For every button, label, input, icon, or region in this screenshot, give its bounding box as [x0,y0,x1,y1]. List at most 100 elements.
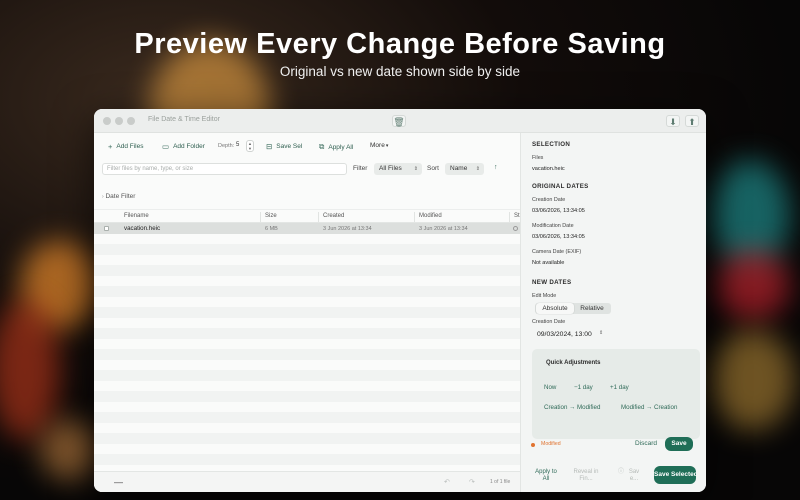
row-modified: 3 Jun 2026 at 13:34 [419,225,468,232]
app-window: File Date & Time Editor 🗑 ⬇ ⬆ + Add File… [94,109,706,492]
apply-icon: ⧉ [319,142,325,151]
quick-adjustments-title: Quick Adjustments [546,360,601,366]
filter-select[interactable]: All Files ⇕ [374,163,422,175]
save-dim-button[interactable]: Sav e... [627,469,641,483]
updown-chevron-icon: ⇕ [413,166,418,172]
bokeh-light [40,420,100,480]
bokeh-light [710,330,795,430]
empty-row [94,234,520,245]
reveal-in-finder-button[interactable]: Reveal in Fin... [569,469,603,483]
date-filter-label: Date Filter [105,193,136,200]
close-window-button[interactable] [103,117,111,125]
remove-file-button[interactable]: — [114,477,123,487]
original-dates-header: ORIGINAL DATES [532,183,589,190]
add-files-label: Add Files [116,143,144,150]
info-icon[interactable]: ⓘ [617,469,625,476]
save-selected-toolbar-button[interactable]: ⊟ Save Sel [266,142,302,151]
new-creation-label: Creation Date [532,319,566,325]
depth-stepper[interactable]: ▲ ▼ [246,140,254,152]
undo-icon[interactable]: ↶ [444,478,450,486]
row-checkbox[interactable] [104,226,109,231]
empty-row [94,391,520,402]
sort-select[interactable]: Name ⇕ [445,163,484,175]
column-header-created[interactable]: Created [323,213,344,219]
empty-row [94,297,520,308]
empty-row [94,265,520,276]
selection-header: SELECTION [532,141,571,148]
add-files-button[interactable]: + Add Files [108,142,144,151]
set-now-button[interactable]: Now [544,384,556,391]
sort-select-value: Name [450,165,468,172]
file-list-pane: + Add Files ▭ Add Folder Depth: 5 ▲ ▼ ⊟ S… [94,133,520,492]
column-header-modified[interactable]: Modified [419,213,442,219]
updown-chevron-icon: ⇕ [475,166,480,172]
column-divider [509,212,510,222]
modified-status: Modified [541,441,561,447]
toolbar: + Add Files ▭ Add Folder Depth: 5 ▲ ▼ ⊟ S… [94,133,520,159]
original-modification-value: 03/06/2026, 13:34:05 [532,234,585,240]
quick-adjustments-panel: Quick Adjustments Now −1 day +1 day Crea… [532,349,700,439]
empty-row [94,433,520,444]
creation-to-modified-button[interactable]: Creation → Modified [544,404,600,411]
apply-all-toolbar-button[interactable]: ⧉ Apply All [319,142,353,152]
date-stepper[interactable]: ⇕ [599,330,603,336]
depth-label: Depth: [218,143,235,149]
new-creation-date-field[interactable]: 09/03/2024, 13:00 [537,331,592,338]
column-divider [318,212,319,222]
save-button[interactable]: Save [665,437,693,451]
empty-row [94,339,520,350]
trash-icon[interactable]: 🗑 [392,115,406,127]
more-menu-button[interactable]: More ▾ [370,142,388,149]
inspector-pane: SELECTION Files vacation.heic ORIGINAL D… [520,133,706,492]
add-folder-button[interactable]: ▭ Add Folder [162,142,205,151]
original-modification-label: Modification Date [532,223,574,229]
plus-icon: + [108,142,113,151]
column-divider [414,212,415,222]
modified-to-creation-button[interactable]: Modified → Creation [621,404,677,411]
apply-to-all-button[interactable]: Apply to All [533,469,559,483]
mode-absolute-option[interactable]: Absolute [536,303,574,314]
edit-mode-segmented-control: Absolute Relative [535,303,611,314]
row-filename: vacation.heic [124,225,161,232]
date-filter-disclosure[interactable]: › Date Filter [102,193,135,200]
camera-date-label: Camera Date (EXIF) [532,249,582,255]
column-header-size[interactable]: Size [265,213,277,219]
zoom-window-button[interactable] [127,117,135,125]
table-header: Filename Size Created Modified St [94,209,520,223]
folder-plus-icon: ▭ [162,142,170,151]
files-value: vacation.heic [532,166,565,172]
empty-row [94,454,520,465]
empty-row [94,307,520,318]
modified-indicator-dot [531,443,535,447]
chevron-right-icon: › [102,194,104,200]
save-selected-button[interactable]: Save Selected [654,466,696,484]
original-creation-label: Creation Date [532,197,566,203]
empty-row [94,276,520,287]
plus-one-day-button[interactable]: +1 day [610,384,629,391]
table-row[interactable]: vacation.heic 6 MB 3 Jun 2026 at 13:34 3… [94,223,520,234]
mode-relative-option[interactable]: Relative [574,303,610,314]
minimize-window-button[interactable] [115,117,123,125]
filter-row: Filter files by name, type, or size Filt… [94,163,520,179]
search-input[interactable]: Filter files by name, type, or size [102,163,347,175]
file-table: Filename Size Created Modified St vacati… [94,209,520,465]
depth-value[interactable]: 5 [236,142,239,148]
column-header-status[interactable]: St [514,213,520,219]
files-label: Files [532,155,544,161]
column-header-filename[interactable]: Filename [124,213,149,219]
edit-mode-label: Edit Mode [532,293,557,299]
minus-one-day-button[interactable]: −1 day [574,384,593,391]
add-folder-label: Add Folder [173,143,205,150]
filter-select-value: All Files [379,165,402,172]
more-label: More [370,142,385,149]
sort-direction-icon[interactable]: ↑ [494,164,498,171]
list-footer: — ↶ ↷ 1 of 1 file [94,471,520,492]
row-status-icon [513,226,518,231]
redo-icon[interactable]: ↷ [469,478,475,486]
empty-row [94,444,520,455]
share-icon[interactable]: ⬆ [685,115,699,127]
new-dates-header: NEW DATES [532,279,572,286]
hero-title: Preview Every Change Before Saving [134,28,666,60]
export-icon[interactable]: ⬇ [666,115,680,127]
discard-button[interactable]: Discard [635,440,657,447]
